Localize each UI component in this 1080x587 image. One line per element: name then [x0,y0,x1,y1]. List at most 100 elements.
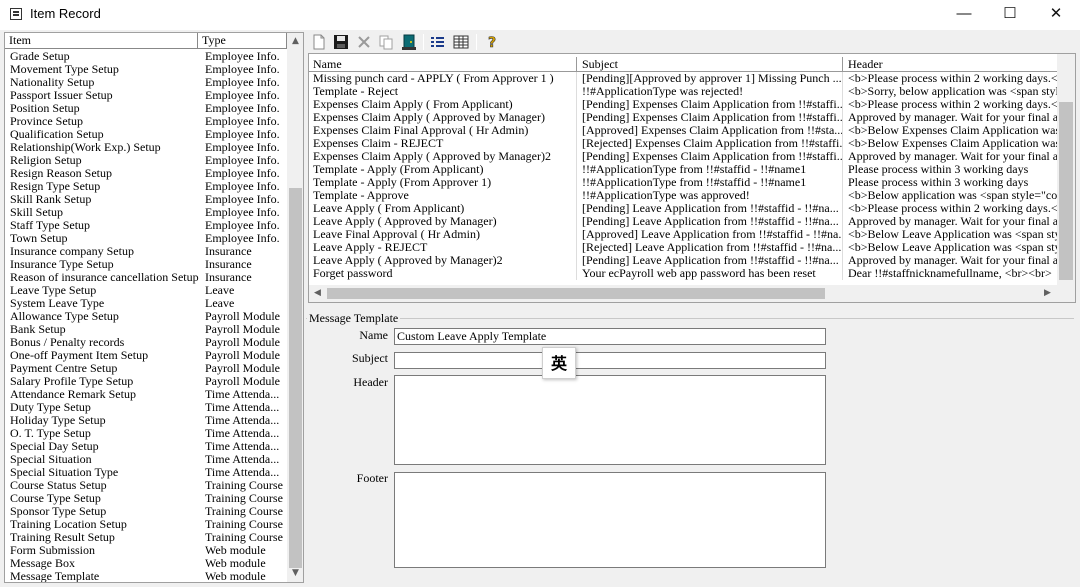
list-item[interactable]: Special Day Setup Time Attenda... [5,440,287,453]
exit-door-icon[interactable] [400,33,418,51]
list-item[interactable]: Skill Setup Employee Info. [5,206,287,219]
scroll-up-arrow-icon[interactable]: ▲ [287,33,303,50]
list-item[interactable]: Course Type Setup Training Course [5,492,287,505]
minimize-button[interactable]: — [941,0,987,30]
table-row[interactable]: Template - Apply (From Approver 1) !!#App… [309,176,1057,189]
cell-name: Template - Reject [309,85,577,98]
list-item[interactable]: Insurance Type Setup Insurance [5,258,287,271]
list-item[interactable]: Holiday Type Setup Time Attenda... [5,414,287,427]
new-icon[interactable] [310,33,328,51]
column-header-type[interactable]: Type [198,33,287,49]
list-item-type: Time Attenda... [205,401,280,414]
list-item[interactable]: Attendance Remark Setup Time Attenda... [5,388,287,401]
list-item[interactable]: Resign Type Setup Employee Info. [5,180,287,193]
list-item[interactable]: Religion Setup Employee Info. [5,154,287,167]
table-row[interactable]: Leave Apply ( From Applicant) [Pending] L… [309,202,1057,215]
list-item[interactable]: Reason of insurance cancellation Setup In… [5,271,287,284]
list-item[interactable]: Movement Type Setup Employee Info. [5,63,287,76]
header-textarea[interactable] [394,375,826,465]
delete-icon[interactable] [355,33,373,51]
save-icon[interactable] [332,33,350,51]
list-item[interactable]: Staff Type Setup Employee Info. [5,219,287,232]
copy-icon[interactable] [377,33,395,51]
column-header-header[interactable]: Header [843,57,1057,71]
template-grid-vscrollbar[interactable] [1057,54,1075,286]
scroll-down-arrow-icon[interactable]: ▼ [287,565,303,582]
template-grid[interactable]: Name Subject Header Missing punch card -… [308,53,1076,303]
list-item[interactable]: Duty Type Setup Time Attenda... [5,401,287,414]
table-row[interactable]: Leave Apply ( Approved by Manager)2 [Pend… [309,254,1057,267]
table-row[interactable]: Expenses Claim Apply ( From Applicant) [P… [309,98,1057,111]
table-row[interactable]: Forget password Your ecPayroll web app pa… [309,267,1057,280]
subject-input[interactable] [394,352,826,369]
template-grid-hscrollbar[interactable]: ◀ ▶ [309,285,1075,302]
list-item[interactable]: Training Result Setup Training Course [5,531,287,544]
list-item[interactable]: Nationality Setup Employee Info. [5,76,287,89]
scrollbar-thumb[interactable] [289,188,302,568]
table-row[interactable]: Template - Approve !!#ApplicationType was… [309,189,1057,202]
list-item-name: Leave Type Setup [10,284,97,297]
list-item[interactable]: Special Situation Time Attenda... [5,453,287,466]
list-item[interactable]: Salary Profile Type Setup Payroll Module [5,375,287,388]
list-item[interactable]: Special Situation Type Time Attenda... [5,466,287,479]
list-item[interactable]: Form Submission Web module [5,544,287,557]
list-item[interactable]: Training Location Setup Training Course [5,518,287,531]
scroll-right-arrow-icon[interactable]: ▶ [1039,285,1056,302]
list-item[interactable]: Grade Setup Employee Info. [5,50,287,63]
list-item-type: Employee Info. [205,128,280,141]
list-item[interactable]: O. T. Type Setup Time Attenda... [5,427,287,440]
cell-header: Please process within 3 working days [848,163,1029,176]
table-row[interactable]: Expenses Claim Apply ( Approved by Manag… [309,111,1057,124]
ime-indicator[interactable]: 英 [542,347,576,379]
list-item[interactable]: Message Box Web module [5,557,287,570]
scrollbar-thumb[interactable] [327,288,825,299]
item-list-scrollbar[interactable]: ▲ ▼ [287,33,303,582]
list-item-type: Employee Info. [205,76,280,89]
footer-textarea[interactable] [394,472,826,568]
table-row[interactable]: Leave Final Approval ( Hr Admin) [Approve… [309,228,1057,241]
list-item[interactable]: Passport Issuer Setup Employee Info. [5,89,287,102]
list-item[interactable]: Insurance company Setup Insurance [5,245,287,258]
scroll-left-arrow-icon[interactable]: ◀ [309,285,326,302]
list-item[interactable]: Message Template Web module [5,570,287,582]
column-header-name[interactable]: Name [309,57,577,71]
maximize-button[interactable]: ☐ [987,0,1033,30]
table-row[interactable]: Template - Apply (From Applicant) !!#Appl… [309,163,1057,176]
close-button[interactable]: ✕ [1033,0,1079,30]
list-item[interactable]: System Leave Type Leave [5,297,287,310]
list-item[interactable]: Sponsor Type Setup Training Course [5,505,287,518]
table-row[interactable]: Leave Apply - REJECT [Rejected] Leave App… [309,241,1057,254]
list-item[interactable]: Skill Rank Setup Employee Info. [5,193,287,206]
list-item[interactable]: Position Setup Employee Info. [5,102,287,115]
list-view-icon[interactable] [429,33,447,51]
list-item[interactable]: Resign Reason Setup Employee Info. [5,167,287,180]
table-row[interactable]: Expenses Claim Final Approval ( Hr Admin… [309,124,1057,137]
table-row[interactable]: Leave Apply ( Approved by Manager) [Pendi… [309,215,1057,228]
column-header-item[interactable]: Item [5,33,198,49]
table-row[interactable]: Expenses Claim - REJECT [Rejected] Expens… [309,137,1057,150]
list-item[interactable]: Qualification Setup Employee Info. [5,128,287,141]
list-item[interactable]: Allowance Type Setup Payroll Module [5,310,287,323]
cell-name: Missing punch card - APPLY ( From Approv… [309,72,577,85]
scrollbar-thumb[interactable] [1059,102,1073,280]
list-item[interactable]: Course Status Setup Training Course [5,479,287,492]
table-row[interactable]: Expenses Claim Apply ( Approved by Manag… [309,150,1057,163]
help-icon[interactable]: ? [483,33,501,52]
table-row[interactable]: Missing punch card - APPLY ( From Approv… [309,72,1057,85]
cell-subject: [Approved] Expenses Claim Application fr… [577,124,843,137]
column-header-subject[interactable]: Subject [577,57,843,71]
table-row[interactable]: Template - Reject !!#ApplicationType was … [309,85,1057,98]
list-item[interactable]: Relationship(Work Exp.) Setup Employee In… [5,141,287,154]
item-list[interactable]: Item Type Grade Setup Employee Info. Movem… [4,32,304,583]
list-item[interactable]: Bank Setup Payroll Module [5,323,287,336]
name-input[interactable]: Custom Leave Apply Template [394,328,826,345]
list-item[interactable]: Town Setup Employee Info. [5,232,287,245]
cell-header: Approved by manager. Wait for your final… [848,111,1057,124]
list-item[interactable]: Leave Type Setup Leave [5,284,287,297]
list-item-name: Province Setup [10,115,83,128]
list-item[interactable]: Province Setup Employee Info. [5,115,287,128]
list-item[interactable]: One-off Payment Item Setup Payroll Module [5,349,287,362]
list-item[interactable]: Bonus / Penalty records Payroll Module [5,336,287,349]
list-item[interactable]: Payment Centre Setup Payroll Module [5,362,287,375]
detail-view-icon[interactable] [452,33,470,51]
